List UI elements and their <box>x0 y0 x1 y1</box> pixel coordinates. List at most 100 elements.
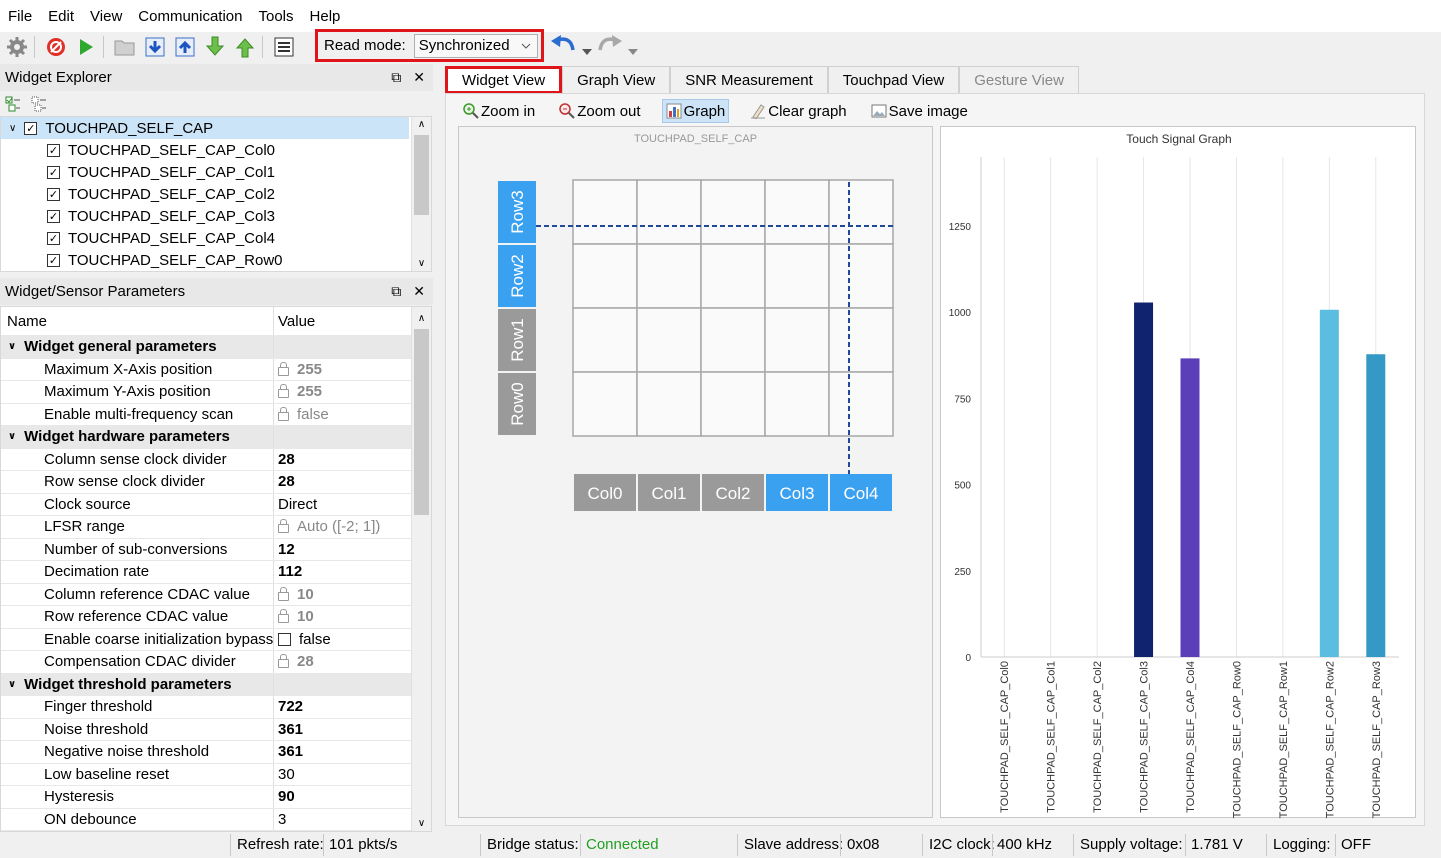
collapse-arrow-icon[interactable]: ∨ <box>8 431 16 442</box>
menu-communication[interactable]: Communication <box>130 8 250 25</box>
parameter-value-cell[interactable]: 10 <box>274 584 314 606</box>
parameter-value-cell[interactable]: 12 <box>274 539 295 561</box>
read-mode-select[interactable]: Synchronized <box>413 33 538 58</box>
log-icon[interactable] <box>271 34 297 60</box>
parameter-value-cell[interactable]: false <box>274 404 329 426</box>
close-icon[interactable]: ✕ <box>413 69 425 86</box>
parameter-row[interactable]: Finger threshold 722 <box>1 696 411 719</box>
clear-graph-button[interactable]: Clear graph <box>747 99 849 123</box>
parameter-value-cell[interactable]: Direct <box>274 494 317 516</box>
parameter-row[interactable]: Noise threshold 361 <box>1 718 411 741</box>
checkbox-icon[interactable]: ✓ <box>24 121 38 135</box>
checkbox-icon[interactable]: ✓ <box>47 187 60 201</box>
parameter-row[interactable]: Decimation rate 112 <box>1 561 411 584</box>
menu-edit[interactable]: Edit <box>40 8 82 25</box>
tree-scrollbar[interactable]: ∧ ∨ <box>411 117 431 271</box>
parameter-value-cell[interactable]: 28 <box>274 651 314 673</box>
menu-view[interactable]: View <box>82 8 130 25</box>
parameter-row[interactable]: Row sense clock divider 28 <box>1 471 411 494</box>
parameter-value-cell[interactable]: false <box>274 629 331 651</box>
parameter-value-cell[interactable]: 3 <box>274 809 286 831</box>
parameter-row[interactable]: Row reference CDAC value 10 <box>1 606 411 629</box>
row-sensor-label: Row0 <box>508 382 527 425</box>
undo-dropdown-icon[interactable] <box>582 42 592 59</box>
parameter-value-cell[interactable]: 255 <box>274 359 322 381</box>
undock-icon[interactable]: ⧉ <box>391 283 401 300</box>
collapse-all-icon[interactable] <box>31 96 47 116</box>
collapse-arrow-icon[interactable]: ∨ <box>8 679 16 690</box>
menu-tools[interactable]: Tools <box>251 8 302 25</box>
parameter-row[interactable]: Number of sub-conversions 12 <box>1 538 411 561</box>
tree-item-sensor[interactable]: ✓ TOUCHPAD_SELF_CAP_Col0 <box>1 139 431 161</box>
parameter-row[interactable]: Negative noise threshold 361 <box>1 741 411 764</box>
redo-icon[interactable] <box>596 34 624 62</box>
undo-icon[interactable] <box>549 34 577 62</box>
widget-view-panel: TOUCHPAD_SELF_CAP Row3 Row2 Row1 Row0 Col0 Co… <box>458 126 933 818</box>
tab-graph-view[interactable]: Graph View <box>562 66 671 94</box>
open-folder-icon[interactable] <box>112 34 138 60</box>
tree-item-sensor[interactable]: ✓ TOUCHPAD_SELF_CAP_Col1 <box>1 161 431 183</box>
parameter-row[interactable]: Enable multi-frequency scan false <box>1 403 411 426</box>
tree-item-sensor[interactable]: ✓ TOUCHPAD_SELF_CAP_Col4 <box>1 227 431 249</box>
parameter-value-cell[interactable]: 112 <box>274 561 302 583</box>
tree-item-sensor[interactable]: ✓ TOUCHPAD_SELF_CAP_Col2 <box>1 183 431 205</box>
zoom-in-button[interactable]: Zoom in <box>460 99 538 123</box>
menu-file[interactable]: File <box>0 8 40 25</box>
undock-icon[interactable]: ⧉ <box>391 69 401 86</box>
export-icon[interactable] <box>232 34 258 60</box>
collapse-arrow-icon[interactable]: ∨ <box>8 341 16 352</box>
parameter-row[interactable]: Column sense clock divider 28 <box>1 448 411 471</box>
parameter-value-cell[interactable]: 722 <box>274 696 303 718</box>
parameter-value-cell[interactable]: 30 <box>274 764 295 786</box>
parameter-value-cell[interactable]: 28 <box>274 471 295 493</box>
tree-item-widget[interactable]: ∨ ✓ TOUCHPAD_SELF_CAP <box>1 117 409 139</box>
tree-item-sensor[interactable]: ✓ TOUCHPAD_SELF_CAP_Col3 <box>1 205 431 227</box>
upload-icon[interactable] <box>172 34 198 60</box>
parameter-value-cell[interactable]: 361 <box>274 719 303 741</box>
tab-widget-view[interactable]: Widget View <box>445 66 563 94</box>
parameter-row[interactable]: Column reference CDAC value 10 <box>1 583 411 606</box>
parameter-value-cell[interactable]: Auto ([-2; 1]) <box>274 516 380 538</box>
download-icon[interactable] <box>142 34 168 60</box>
zoom-out-button[interactable]: Zoom out <box>556 99 643 123</box>
collapse-arrow-icon[interactable]: ∨ <box>9 123 16 134</box>
graph-toggle-button[interactable]: Graph <box>661 99 730 123</box>
import-icon[interactable] <box>202 34 228 60</box>
parameter-row[interactable]: Maximum X-Axis position 255 <box>1 358 411 381</box>
parameter-value-cell[interactable]: 255 <box>274 381 322 403</box>
parameter-value-cell[interactable]: 28 <box>274 449 295 471</box>
checkbox-icon[interactable]: ✓ <box>47 209 60 223</box>
parameter-row[interactable]: Maximum Y-Axis position 255 <box>1 381 411 404</box>
parameter-group-row[interactable]: ∨ Widget threshold parameters <box>1 673 411 696</box>
checkbox-icon[interactable]: ✓ <box>47 165 60 179</box>
start-icon[interactable] <box>73 34 99 60</box>
checkbox-icon[interactable]: ✓ <box>47 231 60 245</box>
tree-item-sensor[interactable]: ✓ TOUCHPAD_SELF_CAP_Row0 <box>1 249 431 271</box>
checkbox-icon[interactable]: ✓ <box>47 143 60 157</box>
parameter-group-row[interactable]: ∨ Widget general parameters <box>1 336 411 359</box>
parameter-row[interactable]: LFSR range Auto ([-2; 1]) <box>1 516 411 539</box>
parameters-scrollbar[interactable]: ∧ ∨ <box>411 307 431 831</box>
checkbox-icon[interactable] <box>278 632 291 646</box>
tab-touchpad-view[interactable]: Touchpad View <box>827 66 960 94</box>
close-icon[interactable]: ✕ <box>413 283 425 300</box>
parameter-row[interactable]: ON debounce 3 <box>1 808 411 831</box>
tab-snr-measurement[interactable]: SNR Measurement <box>670 66 828 94</box>
save-image-button[interactable]: Save image <box>868 99 971 123</box>
parameter-row[interactable]: Compensation CDAC divider 28 <box>1 651 411 674</box>
parameter-row[interactable]: Low baseline reset 30 <box>1 763 411 786</box>
settings-icon[interactable] <box>4 34 30 60</box>
parameter-row[interactable]: Enable coarse initialization bypass false <box>1 628 411 651</box>
parameter-name: Row reference CDAC value <box>44 608 229 626</box>
parameter-value-cell[interactable]: 10 <box>274 606 314 628</box>
parameter-row[interactable]: Hysteresis 90 <box>1 786 411 809</box>
parameter-group-row[interactable]: ∨ Widget hardware parameters <box>1 426 411 449</box>
menu-help[interactable]: Help <box>302 8 349 25</box>
checkbox-icon[interactable]: ✓ <box>47 253 60 267</box>
redo-dropdown-icon[interactable] <box>628 42 638 59</box>
expand-all-icon[interactable] <box>5 96 21 116</box>
disconnect-icon[interactable] <box>43 34 69 60</box>
parameter-row[interactable]: Clock source Direct <box>1 493 411 516</box>
parameter-value-cell[interactable]: 361 <box>274 741 303 763</box>
parameter-value-cell[interactable]: 90 <box>274 786 295 808</box>
